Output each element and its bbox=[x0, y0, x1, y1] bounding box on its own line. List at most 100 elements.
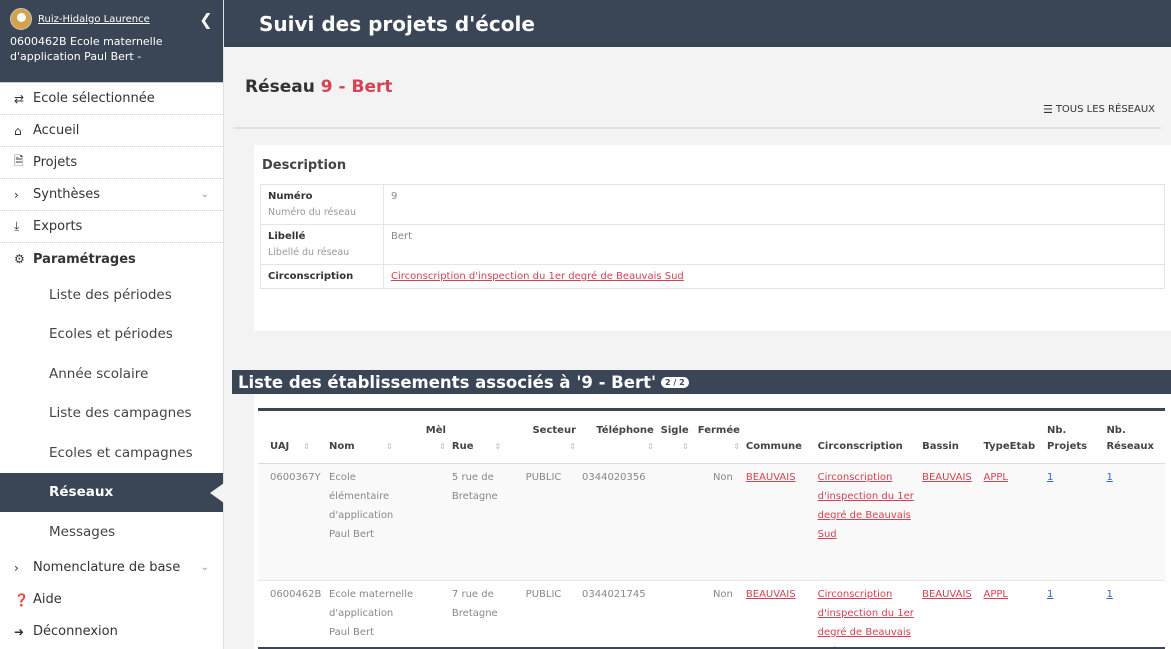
sidebar-item-networks[interactable]: Réseaux bbox=[0, 472, 224, 512]
sidebar: Ruiz-Hidalgo Laurence ❮ 0600462B Ecole m… bbox=[0, 0, 224, 649]
sidebar-item-messages[interactable]: Messages bbox=[0, 512, 223, 552]
sort-icon[interactable]: ⇕ bbox=[494, 442, 501, 451]
sort-icon[interactable]: ⇕ bbox=[733, 442, 740, 451]
sort-icon[interactable]: ⇕ bbox=[386, 442, 393, 451]
cell-mel bbox=[416, 580, 449, 649]
col-rue[interactable]: Rue ⇕ bbox=[448, 411, 523, 464]
col-label: Rue bbox=[451, 440, 474, 452]
col-bassin[interactable]: Bassin bbox=[919, 411, 981, 464]
field-sublabel: Numéro du réseau bbox=[268, 207, 357, 218]
cell-nom: Ecole élémentaire d'application Paul Ber… bbox=[326, 463, 417, 581]
col-mel[interactable]: Mèl ⇕ bbox=[416, 411, 449, 464]
col-label: UAJ bbox=[270, 440, 290, 452]
col-nb-projets[interactable]: Nb. Projets bbox=[1044, 411, 1104, 464]
col-typeetab[interactable]: TypeEtab bbox=[980, 411, 1045, 464]
nb-projets-link[interactable]: 1 bbox=[1047, 589, 1053, 600]
circonscription-link[interactable]: Circonscription d'inspection du 1er degr… bbox=[818, 589, 914, 649]
sort-icon[interactable]: ⇕ bbox=[439, 442, 446, 451]
nav-projects[interactable]: 🗎 Projets bbox=[0, 147, 223, 179]
nav-logout[interactable]: ➜ Déconnexion bbox=[0, 616, 223, 648]
establishments-table: UAJ ⇕ Nom ⇕ Mèl ⇕ Rue ⇕ Secteur ⇕ Téléphon… bbox=[258, 411, 1165, 649]
nav-settings[interactable]: ⚙ Paramétrages bbox=[0, 243, 223, 275]
nav-nomenclature[interactable]: › Nomenclature de base ⌄ bbox=[0, 552, 223, 584]
col-nb-reseaux[interactable]: Nb. Réseaux bbox=[1103, 411, 1165, 464]
circonscription-link[interactable]: Circonscription d'inspection du 1er degr… bbox=[818, 472, 914, 540]
nav-syntheses[interactable]: › Synthèses ⌄ bbox=[0, 179, 223, 211]
field-value: Bert bbox=[383, 224, 1165, 265]
cell-nb-projets: 1 bbox=[1044, 580, 1104, 649]
col-label: Sigle bbox=[660, 424, 689, 436]
cell-telephone: 0344020356 bbox=[579, 463, 657, 581]
nav-help[interactable]: ❓ Aide bbox=[0, 584, 223, 616]
description-row-circonscription: Circonscription Circonscription d'inspec… bbox=[260, 264, 1165, 289]
page-title-network: 9 - Bert bbox=[320, 77, 393, 97]
nb-projets-link[interactable]: 1 bbox=[1047, 472, 1053, 483]
commune-link[interactable]: BEAUVAIS bbox=[746, 472, 796, 483]
nb-reseaux-link[interactable]: 1 bbox=[1106, 589, 1112, 600]
table-row[interactable]: 0600462B Ecole maternelle d'application … bbox=[258, 580, 1165, 649]
table-header-row: UAJ ⇕ Nom ⇕ Mèl ⇕ Rue ⇕ Secteur ⇕ Téléphon… bbox=[258, 411, 1165, 464]
count-badge: 2 / 2 bbox=[661, 376, 689, 388]
sidebar-item-schools-campaigns[interactable]: Ecoles et campagnes bbox=[0, 433, 223, 473]
top-header: Suivi des projets d'école bbox=[224, 0, 1171, 47]
cell-typeetab: APPL bbox=[980, 580, 1045, 649]
file-icon: 🗎 bbox=[14, 154, 24, 168]
col-circonscription[interactable]: Circonscription bbox=[814, 411, 920, 464]
settings-submenu: Liste des périodes Ecoles et périodes An… bbox=[0, 275, 224, 552]
all-networks-label: TOUS LES RÉSEAUX bbox=[1055, 104, 1155, 115]
cell-typeetab: APPL bbox=[980, 463, 1045, 581]
sort-icon[interactable]: ⇕ bbox=[647, 442, 654, 451]
nav-bottom: › Nomenclature de base ⌄ ❓ Aide ➜ Déconn… bbox=[0, 552, 223, 648]
commune-link[interactable]: BEAUVAIS bbox=[746, 589, 796, 600]
col-fermee[interactable]: Fermée ⇕ bbox=[691, 411, 743, 464]
user-name-link[interactable]: Ruiz-Hidalgo Laurence bbox=[38, 14, 199, 25]
typeetab-link[interactable]: APPL bbox=[984, 472, 1008, 483]
circonscription-link[interactable]: Circonscription d'inspection du 1er degr… bbox=[391, 271, 684, 282]
col-commune[interactable]: Commune bbox=[742, 411, 815, 464]
nav-label: Ecole sélectionnée bbox=[33, 91, 155, 106]
sign-out-icon: ➜ bbox=[14, 624, 25, 639]
establishments-list-title: Liste des établissements associés à '9 -… bbox=[232, 370, 1171, 394]
col-uaj[interactable]: UAJ ⇕ bbox=[258, 411, 327, 464]
col-nom[interactable]: Nom ⇕ bbox=[326, 411, 417, 464]
nav-label: Déconnexion bbox=[33, 624, 118, 639]
description-table: Numéro Numéro du réseau 9 Libellé Libell… bbox=[260, 184, 1165, 289]
chevron-left-icon[interactable]: ❮ bbox=[199, 10, 213, 29]
cell-secteur: PUBLIC bbox=[522, 463, 579, 581]
nav-selected-school[interactable]: ⇄ Ecole sélectionnée bbox=[0, 83, 223, 115]
all-networks-button[interactable]: ☰ TOUS LES RÉSEAUX bbox=[1043, 103, 1155, 116]
cell-circonscription: Circonscription d'inspection du 1er degr… bbox=[814, 580, 920, 649]
sidebar-item-schools-periods[interactable]: Ecoles et périodes bbox=[0, 315, 223, 355]
cell-fermee: Non bbox=[691, 463, 743, 581]
sidebar-item-campaigns[interactable]: Liste des campagnes bbox=[0, 394, 223, 434]
cell-mel bbox=[416, 463, 449, 581]
col-sigle[interactable]: Sigle ⇕ bbox=[656, 411, 692, 464]
field-label: Circonscription bbox=[268, 271, 354, 282]
nb-reseaux-link[interactable]: 1 bbox=[1106, 472, 1112, 483]
page-title: Réseau 9 - Bert bbox=[245, 77, 392, 97]
cell-nb-reseaux: 1 bbox=[1103, 580, 1165, 649]
sidebar-item-school-year[interactable]: Année scolaire bbox=[0, 354, 223, 394]
sort-icon[interactable]: ⇕ bbox=[569, 442, 576, 451]
avatar[interactable] bbox=[10, 8, 32, 30]
nav-label: Projets bbox=[33, 155, 78, 170]
nav-home[interactable]: ⌂ Accueil bbox=[0, 115, 223, 147]
typeetab-link[interactable]: APPL bbox=[984, 589, 1008, 600]
bassin-link[interactable]: BEAUVAIS bbox=[922, 589, 972, 600]
table-row[interactable]: 0600367Y Ecole élémentaire d'application… bbox=[258, 463, 1165, 581]
cell-sigle bbox=[656, 463, 692, 581]
chevron-down-icon: ⌄ bbox=[200, 189, 209, 200]
field-sublabel: Libellé du réseau bbox=[268, 247, 350, 258]
bassin-link[interactable]: BEAUVAIS bbox=[922, 472, 972, 483]
col-secteur[interactable]: Secteur ⇕ bbox=[522, 411, 579, 464]
nav-exports[interactable]: ⤓ Exports bbox=[0, 211, 223, 243]
exchange-icon: ⇄ bbox=[14, 91, 25, 106]
sort-icon[interactable]: ⇕ bbox=[682, 442, 689, 451]
divider bbox=[234, 127, 1161, 129]
sidebar-item-periods[interactable]: Liste des périodes bbox=[0, 275, 223, 315]
question-icon: ❓ bbox=[14, 592, 29, 607]
description-title: Description bbox=[262, 158, 347, 173]
col-telephone[interactable]: Téléphone ⇕ bbox=[579, 411, 657, 464]
col-label: Téléphone bbox=[596, 424, 654, 436]
sort-icon[interactable]: ⇕ bbox=[303, 442, 310, 451]
